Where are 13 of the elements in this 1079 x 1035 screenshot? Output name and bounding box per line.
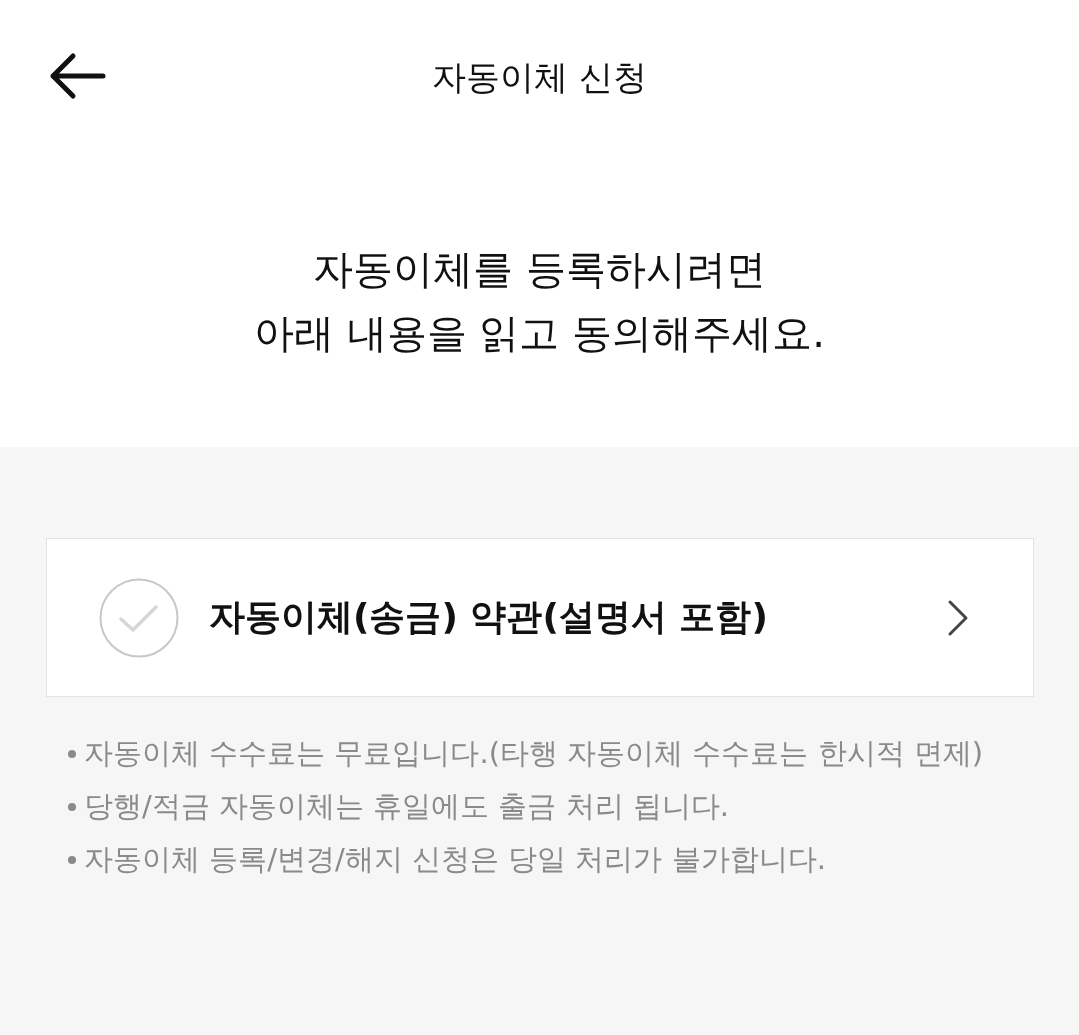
check-circle-icon[interactable] [99, 577, 179, 658]
intro-text: 자동이체를 등록하시려면 [313, 245, 766, 294]
note-text: 자동이체 등록/변경/해지 신청은 당일 처리가 불가합니다. [84, 840, 826, 878]
note-text: 당행/적금 자동이체는 휴일에도 출금 처리 됩니다. [84, 787, 730, 825]
bullet-icon [68, 749, 76, 758]
page-title: 자동이체 신청 [432, 56, 647, 99]
agreement-card[interactable]: 자동이체(송금) 약관(설명서 포함) [46, 538, 1034, 697]
intro-text: 아래 내용을 읽고 동의해주세요. [254, 309, 825, 358]
bullet-icon [68, 802, 76, 811]
bullet-icon [68, 855, 76, 864]
chevron-right-icon[interactable] [947, 598, 969, 637]
agreement-label: 자동이체(송금) 약관(설명서 포함) [209, 595, 769, 639]
note-text: 자동이체 수수료는 무료입니다.(타행 자동이체 수수료는 한시적 면제) [84, 734, 984, 772]
